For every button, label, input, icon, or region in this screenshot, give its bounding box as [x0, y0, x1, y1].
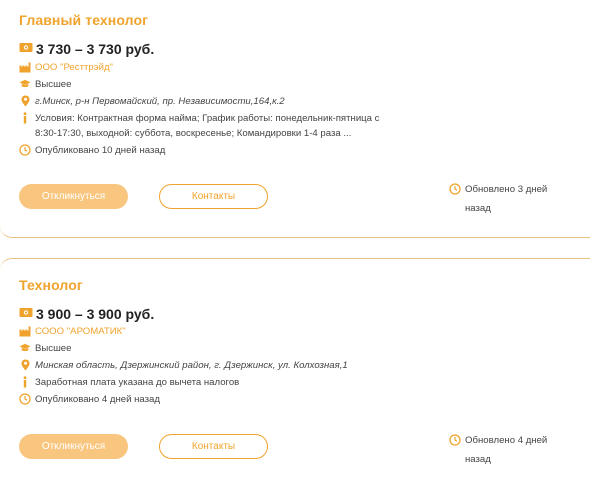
info-icon — [19, 376, 31, 388]
company-link[interactable]: СООО "АРОМАТИК" — [35, 324, 126, 339]
updated-info: Обновлено 4 дней назад — [449, 431, 565, 469]
salary: 3 900 – 3 900 руб. — [36, 306, 155, 322]
money-icon — [19, 305, 33, 323]
published-row: Опубликовано 4 дней назад — [19, 392, 160, 407]
vacancy-title[interactable]: Главный технолог — [19, 12, 148, 28]
education: Высшее — [35, 79, 72, 90]
updated-date: Обновлено 3 дней назад — [465, 184, 548, 214]
salary: 3 730 – 3 730 руб. — [36, 41, 155, 57]
clock-icon — [449, 183, 461, 195]
salary-row: 3 730 – 3 730 руб. — [19, 40, 154, 58]
company-row: ООО "Ресттрэйд" — [19, 60, 113, 75]
address: Минская область, Дзержинский район, г. Д… — [35, 360, 348, 371]
location-pin-icon — [19, 359, 31, 371]
education-row: Высшее — [19, 77, 71, 92]
info-icon — [19, 112, 31, 124]
published-row: Опубликовано 10 дней назад — [19, 143, 165, 158]
published-date: Опубликовано 4 дней назад — [35, 394, 160, 405]
factory-icon — [19, 61, 31, 73]
graduation-cap-icon — [19, 78, 31, 90]
company-row: СООО "АРОМАТИК" — [19, 324, 126, 339]
address-row: г.Минск, р-н Первомайский, пр. Независим… — [19, 94, 285, 109]
graduation-cap-icon — [19, 342, 31, 354]
education: Высшее — [35, 343, 72, 354]
location-pin-icon — [19, 95, 31, 107]
company-link[interactable]: ООО "Ресттрэйд" — [35, 60, 113, 75]
clock-icon — [449, 434, 461, 446]
contacts-button[interactable]: Контакты — [159, 434, 268, 459]
updated-info: Обновлено 3 дней назад — [449, 180, 565, 218]
clock-icon — [19, 393, 31, 405]
education-row: Высшее — [19, 341, 71, 356]
vacancy-card: Технолог 3 900 – 3 900 руб. СООО "АРОМАТ… — [0, 258, 590, 484]
factory-icon — [19, 325, 31, 337]
updated-date: Обновлено 4 дней назад — [465, 435, 548, 465]
money-icon — [19, 40, 33, 58]
published-date: Опубликовано 10 дней назад — [35, 145, 166, 156]
clock-icon — [19, 144, 31, 156]
apply-button[interactable]: Откликнуться — [19, 184, 128, 209]
salary-row: 3 900 – 3 900 руб. — [19, 305, 154, 323]
apply-button[interactable]: Откликнуться — [19, 434, 128, 459]
address: г.Минск, р-н Первомайский, пр. Независим… — [35, 96, 285, 107]
vacancy-info: Условия: Контрактная форма найма; График… — [35, 113, 380, 139]
contacts-button[interactable]: Контакты — [159, 184, 268, 209]
info-row: Условия: Контрактная форма найма; График… — [19, 111, 395, 141]
vacancy-card: Главный технолог 3 730 – 3 730 руб. ООО … — [0, 0, 590, 238]
vacancy-title[interactable]: Технолог — [19, 277, 83, 293]
vacancy-info: Заработная плата указана до вычета налог… — [35, 377, 240, 388]
info-row: Заработная плата указана до вычета налог… — [19, 375, 239, 390]
address-row: Минская область, Дзержинский район, г. Д… — [19, 358, 348, 373]
